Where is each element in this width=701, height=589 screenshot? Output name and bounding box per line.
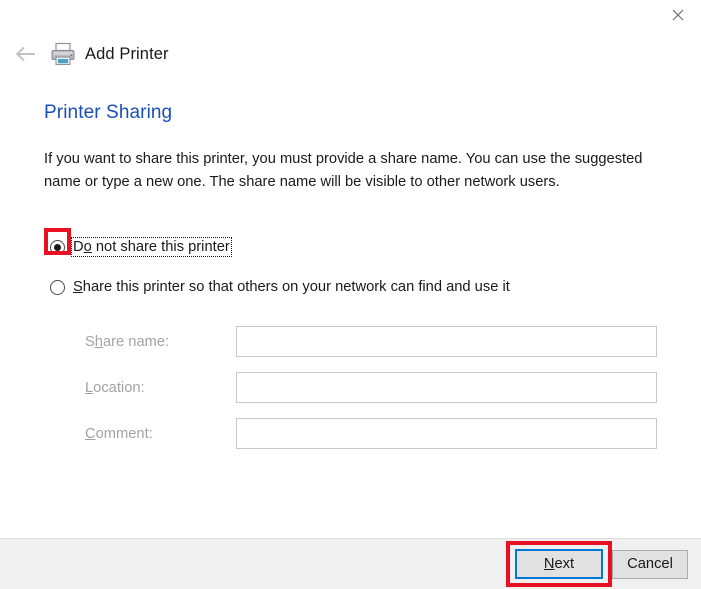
comment-input[interactable] <box>236 418 657 449</box>
title-bar <box>0 0 701 30</box>
radio-do-not-share[interactable] <box>50 239 65 255</box>
back-arrow-icon <box>15 46 35 62</box>
radio-label-share-printer[interactable]: Share this printer so that others on you… <box>73 279 510 295</box>
dialog-content: Printer Sharing If you want to share thi… <box>0 78 701 538</box>
label-location: Location: <box>85 380 236 396</box>
label-share-name-prefix: S <box>85 333 95 350</box>
label-comment-accel: C <box>85 425 96 442</box>
location-input[interactable] <box>236 372 657 403</box>
page-title: Printer Sharing <box>44 102 173 123</box>
radio-label-text-suffix: not share this printer <box>91 239 230 255</box>
label-comment: Comment: <box>85 426 236 442</box>
radio2-label-text-suffix: hare this printer so that others on your… <box>82 279 510 295</box>
label-share-name: Share name: <box>85 334 236 350</box>
dialog-title: Add Printer <box>85 44 169 63</box>
next-label-accel: N <box>543 556 555 572</box>
sharing-radio-group: Do not share this printer Share this pri… <box>44 228 657 300</box>
close-icon <box>672 9 684 21</box>
cancel-button[interactable]: Cancel <box>612 549 688 579</box>
radio-row-do-not-share[interactable]: Do not share this printer <box>44 228 657 260</box>
dialog-header: Add Printer <box>0 30 701 78</box>
form-row-location: Location: <box>85 372 657 403</box>
radio-label-do-not-share[interactable]: Do not share this printer <box>71 237 232 257</box>
radio-share-printer[interactable] <box>50 279 65 295</box>
label-share-name-suffix: are name: <box>102 333 170 350</box>
close-button[interactable] <box>655 0 701 30</box>
share-details-form: Share name: Location: Comment: <box>44 326 657 449</box>
label-location-accel: L <box>85 379 94 396</box>
form-row-comment: Comment: <box>85 418 657 449</box>
radio-label-text-prefix: D <box>73 239 84 255</box>
share-name-input[interactable] <box>236 326 657 357</box>
form-row-share-name: Share name: <box>85 326 657 357</box>
next-label-suffix: ext <box>554 556 575 572</box>
back-button[interactable] <box>8 37 42 71</box>
radio-label-accel: o <box>83 239 92 255</box>
label-location-suffix: ocation: <box>93 379 145 396</box>
radio2-label-accel: S <box>73 279 83 295</box>
next-button-wrapper: Next <box>506 541 612 587</box>
label-share-name-accel: h <box>94 333 103 350</box>
printer-icon <box>51 42 75 66</box>
add-printer-dialog: Add Printer Printer Sharing If you want … <box>0 0 701 589</box>
label-comment-suffix: omment: <box>95 425 153 442</box>
intro-text: If you want to share this printer, you m… <box>44 151 643 190</box>
next-button[interactable]: Next <box>515 549 603 579</box>
dialog-footer: Next Cancel <box>0 538 701 589</box>
radio-row-share-printer[interactable]: Share this printer so that others on you… <box>44 274 657 300</box>
